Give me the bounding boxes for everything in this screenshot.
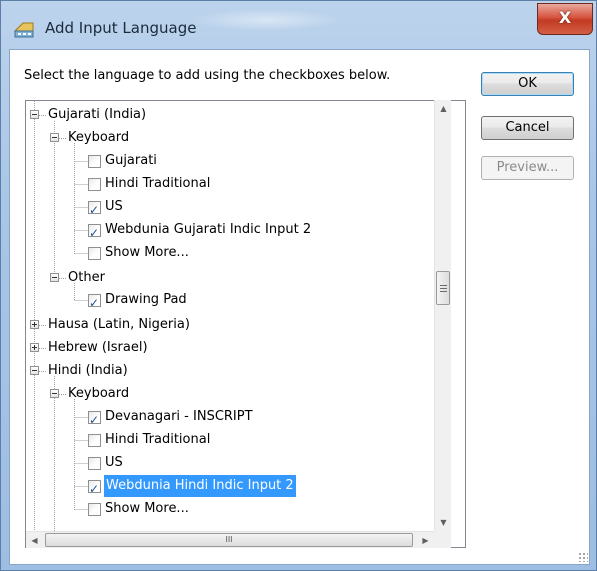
scroll-right-arrow-icon[interactable]: ▶ <box>417 532 434 549</box>
check-icon: ✓ <box>89 226 100 240</box>
expand-icon[interactable] <box>30 320 39 329</box>
horizontal-scrollbar[interactable]: ◀ III ▶ <box>26 531 434 548</box>
grip-line <box>440 285 447 286</box>
collapse-icon[interactable] <box>50 389 59 398</box>
close-button[interactable]: X <box>537 3 593 35</box>
checkbox[interactable] <box>88 434 101 447</box>
resize-grip-icon[interactable] <box>578 552 588 562</box>
horizontal-scroll-thumb[interactable]: III <box>45 533 413 547</box>
collapse-icon[interactable] <box>30 110 39 119</box>
checkbox[interactable] <box>88 247 101 260</box>
title-bar-glass <box>191 9 341 31</box>
scroll-left-arrow-icon[interactable]: ◀ <box>26 532 43 549</box>
checkbox[interactable] <box>88 155 101 168</box>
checkbox[interactable] <box>88 457 101 470</box>
collapse-icon[interactable] <box>50 273 59 282</box>
collapse-icon[interactable] <box>30 366 39 375</box>
scroll-up-arrow-icon[interactable]: ▲ <box>435 100 452 117</box>
checkbox-checked[interactable]: ✓ <box>88 411 101 427</box>
language-tree[interactable]: Gujarati (India) Keyboard Gujarati Hindi… <box>25 100 466 548</box>
scrollbar-corner <box>434 531 451 548</box>
preview-button[interactable]: Preview... <box>481 156 574 180</box>
window-title: Add Input Language <box>45 19 197 37</box>
vertical-scrollbar[interactable]: ▲ ▼ <box>434 100 451 531</box>
check-icon: ✓ <box>89 413 100 427</box>
instruction-text: Select the language to add using the che… <box>24 68 391 83</box>
selected-item-label: Webdunia Hindi Indic Input 2 <box>104 475 296 497</box>
checkbox-checked[interactable]: ✓ <box>88 480 101 496</box>
checkbox-checked[interactable]: ✓ <box>88 201 101 217</box>
scroll-down-arrow-icon[interactable]: ▼ <box>435 514 452 531</box>
checkbox-checked[interactable]: ✓ <box>88 224 101 240</box>
grip-line <box>440 288 447 289</box>
check-icon: ✓ <box>89 203 100 217</box>
grip-line <box>440 291 447 292</box>
checkbox[interactable] <box>88 178 101 191</box>
check-icon: ✓ <box>89 296 100 310</box>
vertical-scroll-thumb[interactable] <box>436 271 450 305</box>
checkbox[interactable] <box>88 503 101 516</box>
title-bar[interactable]: Add Input Language X <box>1 1 596 51</box>
collapse-icon[interactable] <box>50 133 59 142</box>
app-icon <box>13 22 34 38</box>
checkbox-checked[interactable]: ✓ <box>88 294 101 310</box>
check-icon: ✓ <box>89 482 100 496</box>
cancel-button[interactable]: Cancel <box>481 116 574 140</box>
expand-icon[interactable] <box>30 343 39 352</box>
ok-button[interactable]: OK <box>481 72 574 96</box>
